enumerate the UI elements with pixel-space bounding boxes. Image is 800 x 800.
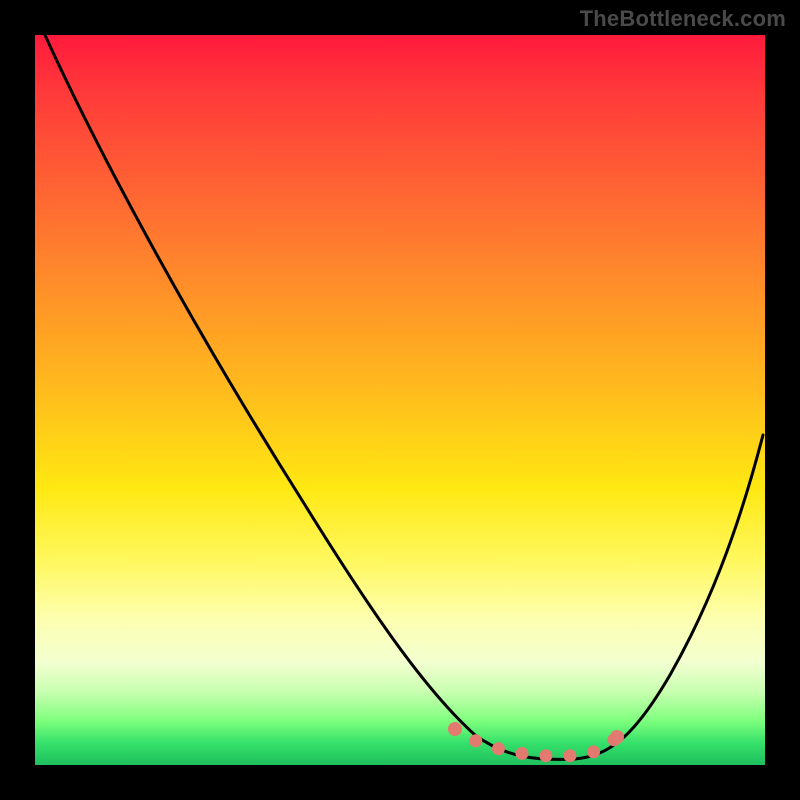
accent-end-dot — [610, 730, 624, 744]
accent-start-dot — [448, 722, 462, 736]
chart-frame: TheBottleneck.com — [0, 0, 800, 800]
optimal-range-marker — [455, 729, 617, 756]
bottleneck-curve — [45, 35, 763, 759]
curve-layer — [35, 35, 765, 765]
watermark-text: TheBottleneck.com — [580, 6, 786, 32]
